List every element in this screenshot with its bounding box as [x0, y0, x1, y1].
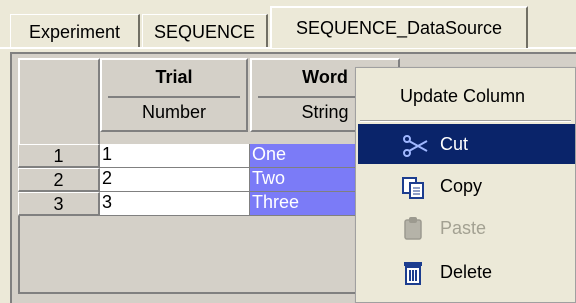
- column-header-trial[interactable]: Trial Number: [100, 58, 248, 132]
- menu-item-paste[interactable]: Paste: [358, 208, 575, 248]
- menu-separator: [360, 120, 571, 122]
- context-menu: Update Column Cut Copy Paste Delete: [355, 67, 576, 303]
- tab-sequence-datasource[interactable]: SEQUENCE_DataSource: [270, 6, 528, 48]
- tab-experiment[interactable]: Experiment: [10, 14, 140, 48]
- row-header-3[interactable]: 3: [18, 192, 100, 216]
- cell-trial-3[interactable]: 3: [100, 192, 250, 216]
- grid-frame-left: [18, 216, 20, 294]
- row-header-2[interactable]: 2: [18, 168, 100, 192]
- cell-trial-1[interactable]: 1: [100, 144, 250, 168]
- tab-strip: Experiment SEQUENCE SEQUENCE_DataSource: [0, 0, 576, 49]
- menu-item-delete[interactable]: Delete: [358, 252, 575, 292]
- row-header-1[interactable]: 1: [18, 144, 100, 168]
- menu-item-update-column[interactable]: Update Column: [358, 76, 575, 116]
- cell-trial-2[interactable]: 2: [100, 168, 250, 192]
- menu-item-label: Copy: [440, 176, 483, 196]
- scissors-icon: [400, 132, 428, 157]
- cell-word-2[interactable]: Two: [250, 168, 360, 192]
- column-name-trial: Trial: [155, 67, 193, 87]
- menu-item-label: Paste: [440, 218, 487, 238]
- copy-icon: [400, 174, 426, 199]
- tab-sequence[interactable]: SEQUENCE: [142, 14, 268, 48]
- menu-item-label: Delete: [440, 262, 493, 282]
- header-divider: [108, 96, 240, 98]
- column-type-trial: Number: [141, 102, 207, 122]
- trash-icon: [400, 260, 426, 285]
- cell-word-1[interactable]: One: [250, 144, 360, 168]
- menu-item-copy[interactable]: Copy: [358, 166, 575, 206]
- menu-item-cut[interactable]: Cut: [358, 124, 575, 164]
- menu-item-label: Update Column: [400, 86, 526, 106]
- cell-word-3[interactable]: Three: [250, 192, 360, 216]
- paste-icon: [400, 216, 426, 240]
- menu-item-label: Cut: [440, 134, 469, 154]
